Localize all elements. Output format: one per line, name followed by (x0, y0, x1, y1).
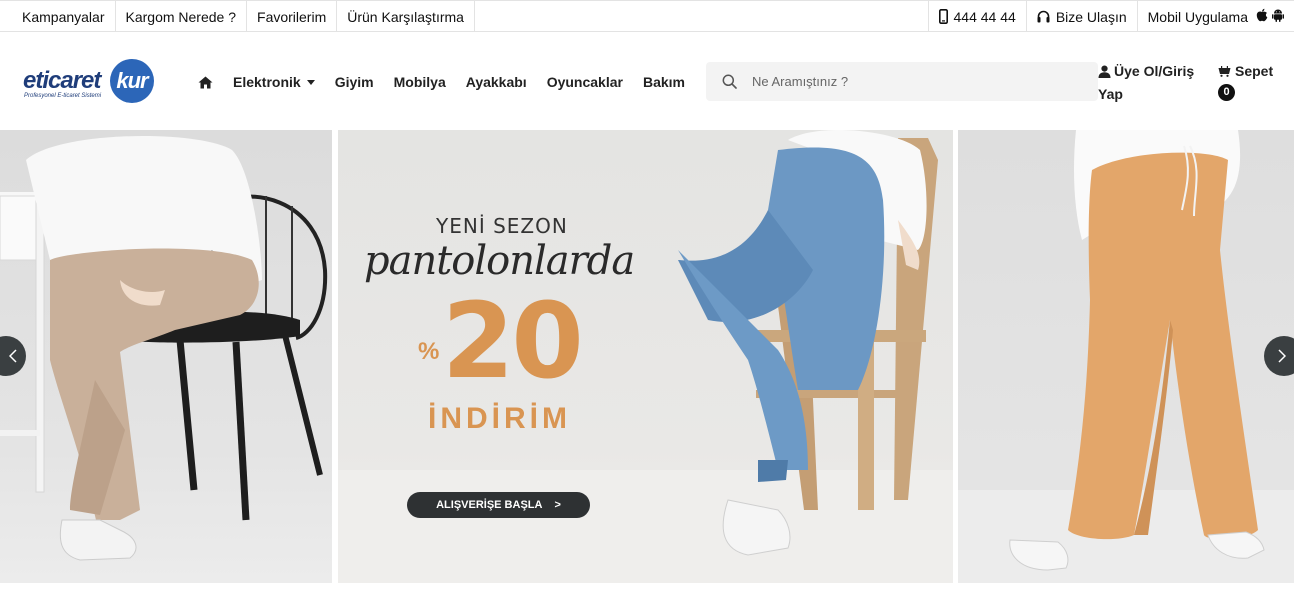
phone-number: 444 44 44 (953, 8, 1016, 25)
apple-icon[interactable] (1256, 8, 1268, 25)
contact-label: Bize Ulaşın (1055, 8, 1127, 25)
search-icon[interactable] (706, 74, 752, 89)
promo-line-indirim: İNDİRİM (428, 402, 571, 435)
nav-item-bakim[interactable]: Bakım (643, 74, 685, 90)
slide-image-left[interactable] (0, 130, 332, 583)
phone-link[interactable]: 444 44 44 (927, 1, 1026, 32)
topbar-link-urun-karsilastirma[interactable]: Ürün Karşılaştırma (337, 1, 475, 32)
logo-badge: kur (110, 59, 154, 103)
nav-item-giyim[interactable]: Giyim (335, 74, 374, 90)
headset-icon (1037, 10, 1050, 24)
main-nav: Elektronik Giyim Mobilya Ayakkabı Oyunca… (198, 71, 705, 93)
top-bar: Kampanyalar Kargom Nerede ? Favorilerim … (0, 0, 1294, 32)
hero-slider: YENİ SEZON pantolonlarda % 20 İNDİRİM AL… (0, 130, 1294, 583)
nav-item-mobilya[interactable]: Mobilya (394, 74, 446, 90)
promo-text-block: YENİ SEZON pantolonlarda % 20 İNDİRİM AL… (338, 130, 668, 583)
logo-tagline: Profesyonel E-ticaret Sistemi (24, 93, 102, 99)
cart-count-badge: 0 (1218, 84, 1235, 101)
account-label: Üye Ol/Giriş Yap (1098, 63, 1195, 102)
top-bar-left-links: Kampanyalar Kargom Nerede ? Favorilerim … (12, 1, 475, 32)
site-header: eticaret kur Profesyonel E-ticaret Siste… (0, 33, 1294, 130)
mobile-app-link[interactable]: Mobil Uygulama (1136, 1, 1294, 32)
top-bar-right-links: 444 44 44 Bize Ulaşın Mobil Uygulama (927, 1, 1294, 32)
home-icon[interactable] (198, 76, 213, 89)
site-logo[interactable]: eticaret kur Profesyonel E-ticaret Siste… (22, 59, 158, 105)
search-input[interactable] (752, 74, 1072, 89)
search-box (706, 62, 1098, 101)
topbar-link-favorilerim[interactable]: Favorilerim (247, 1, 338, 32)
topbar-link-kampanyalar[interactable]: Kampanyalar (12, 1, 116, 32)
android-icon[interactable] (1272, 8, 1284, 25)
logo-word: eticaret (23, 67, 101, 94)
chevron-left-icon (9, 349, 17, 363)
nav-item-label: Elektronik (233, 74, 301, 90)
slide-image-right[interactable] (958, 130, 1294, 583)
nav-item-ayakkabi[interactable]: Ayakkabı (466, 74, 527, 90)
slide-photo-right (958, 130, 1294, 583)
topbar-link-kargom-nerede[interactable]: Kargom Nerede ? (116, 1, 248, 32)
promo-percent-sign: % (418, 338, 440, 365)
shop-now-button[interactable]: ALIŞVERİŞE BAŞLA > (407, 492, 590, 518)
promo-line-pantolonlarda: pantolonlarda (364, 238, 635, 284)
nav-item-elektronik[interactable]: Elektronik (233, 74, 315, 90)
chevron-right-icon (1278, 349, 1286, 363)
promo-discount-value: 20 (442, 280, 584, 402)
chevron-down-icon (306, 79, 315, 85)
slide-promo-center[interactable]: YENİ SEZON pantolonlarda % 20 İNDİRİM AL… (338, 130, 953, 583)
shop-now-arrow: > (554, 499, 561, 511)
promo-line-yeni-sezon: YENİ SEZON (436, 214, 568, 238)
user-icon (1098, 63, 1111, 84)
account-link[interactable]: Üye Ol/Giriş Yap (1098, 61, 1210, 105)
contact-link[interactable]: Bize Ulaşın (1025, 1, 1137, 32)
nav-item-oyuncaklar[interactable]: Oyuncaklar (547, 74, 623, 90)
phone-icon (938, 9, 948, 24)
cart-link[interactable]: Sepet 0 (1218, 61, 1274, 101)
cart-icon (1218, 62, 1231, 83)
slide-photo-left (0, 136, 328, 561)
cart-label: Sepet (1235, 63, 1274, 79)
mobile-app-label: Mobil Uygulama (1147, 8, 1248, 25)
shop-now-label: ALIŞVERİŞE BAŞLA (436, 499, 543, 511)
